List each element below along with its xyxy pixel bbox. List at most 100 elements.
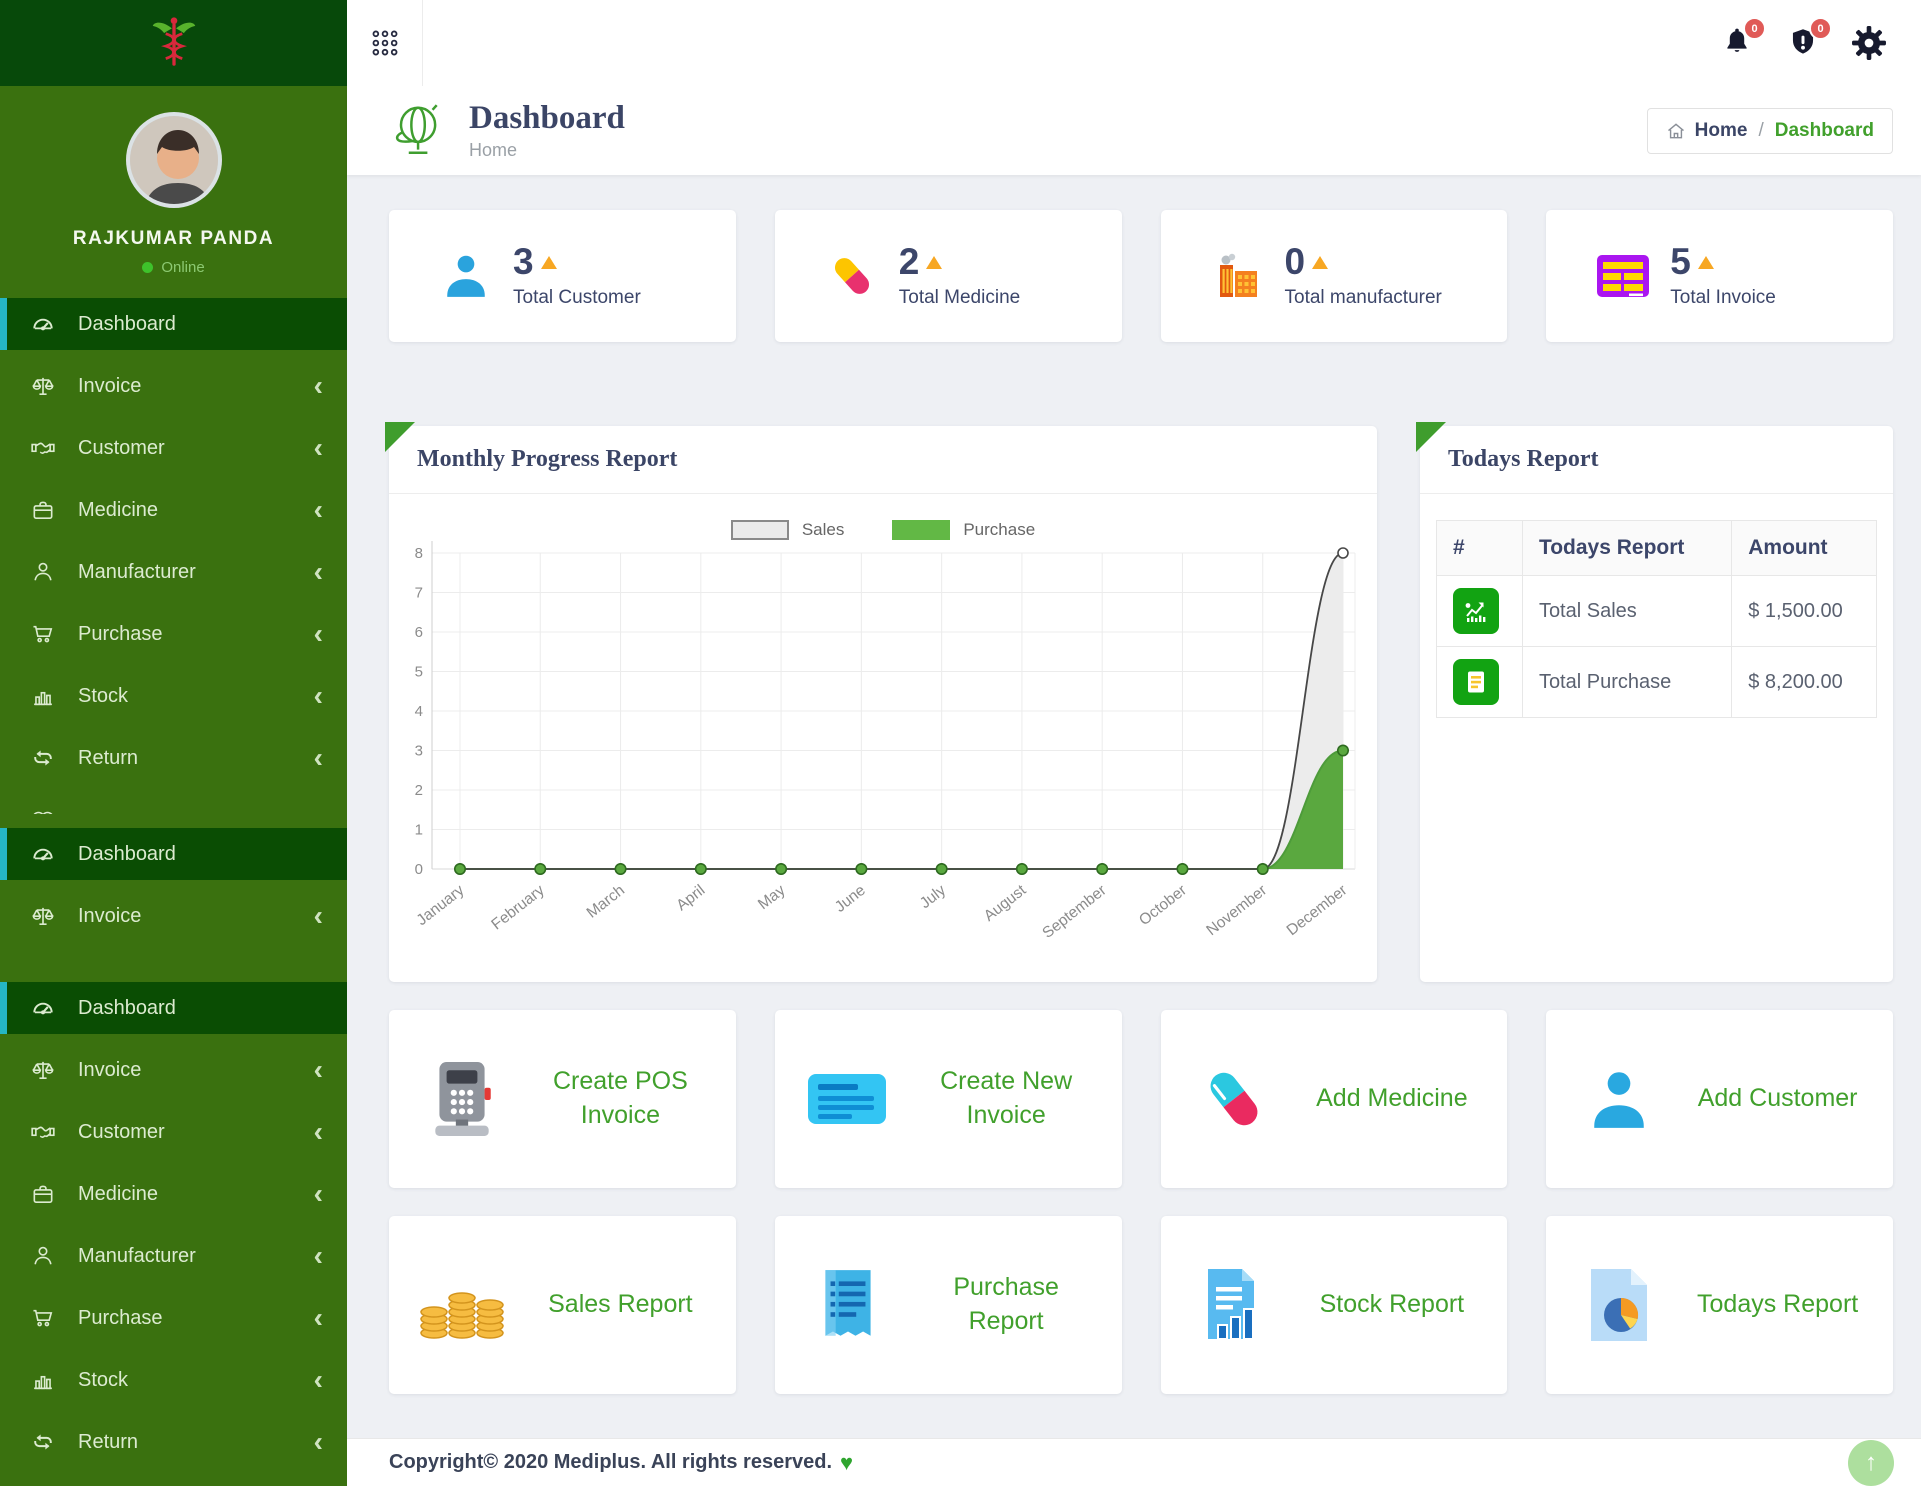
- stat-label: Total Customer: [513, 287, 641, 309]
- svg-text:2: 2: [415, 782, 423, 799]
- manufacturer-person-icon: [30, 1243, 56, 1269]
- sidebar-item-manufacturer[interactable]: Manufacturer ‹: [0, 1230, 347, 1282]
- customer-blue-icon: [441, 251, 491, 301]
- page-title: Dashboard: [469, 100, 625, 137]
- sidebar-item-stock[interactable]: Stock ‹: [0, 670, 347, 722]
- sidebar-item-label: Manufacturer: [78, 561, 196, 584]
- invoice-scales-icon: [30, 373, 56, 399]
- stat-label: Total Invoice: [1670, 287, 1776, 309]
- clipped-icon: [30, 794, 56, 814]
- svg-text:July: July: [917, 882, 949, 913]
- sidebar-item-purchase[interactable]: Purchase ‹: [0, 608, 347, 660]
- purchase-report-card[interactable]: Purchase Report: [775, 1216, 1122, 1394]
- chevron-left-icon: ‹: [314, 748, 323, 768]
- sidebar-item-purchase[interactable]: Purchase ‹: [0, 1292, 347, 1344]
- sidebar-item-return[interactable]: Return ‹: [0, 732, 347, 784]
- sidebar-item-manufacturer[interactable]: Manufacturer ‹: [0, 546, 347, 598]
- chevron-left-icon: ‹: [314, 1122, 323, 1142]
- chevron-left-icon: ‹: [314, 686, 323, 706]
- return-arrows-icon: [30, 745, 56, 771]
- svg-text:March: March: [584, 882, 628, 922]
- monthly-progress-title: Monthly Progress Report: [389, 426, 1377, 494]
- scroll-to-top-button[interactable]: ↑: [1848, 1440, 1894, 1486]
- monthly-progress-chart-body: Sales Purchase 012345678JanuaryFebruaryM…: [389, 494, 1377, 981]
- invoice-scales-icon: [30, 1057, 56, 1083]
- chevron-left-icon: ‹: [314, 1184, 323, 1204]
- sidebar-item-invoice[interactable]: Invoice ‹: [0, 1044, 347, 1096]
- sidebar-item-label: Manufacturer: [78, 1245, 196, 1268]
- stat-card-total-medicine: 2 Total Medicine: [775, 210, 1122, 342]
- sidebar-item-stock[interactable]: Stock ‹: [0, 1354, 347, 1406]
- stat-card-total-invoice: 5 Total Invoice: [1546, 210, 1893, 342]
- corner-ribbon-icon: [1416, 422, 1446, 452]
- home-icon: [1666, 121, 1686, 141]
- chevron-left-icon: ‹: [314, 1308, 323, 1328]
- report-row-name: Total Sales: [1522, 576, 1731, 647]
- svg-text:1: 1: [415, 822, 423, 839]
- sidebar-item-label: Dashboard: [78, 997, 176, 1020]
- chevron-left-icon: ‹: [314, 376, 323, 396]
- stock-report-card[interactable]: Stock Report: [1161, 1216, 1508, 1394]
- stock-bars-icon: [30, 1367, 56, 1393]
- sidebar-item-label: Invoice: [78, 1059, 141, 1082]
- svg-text:6: 6: [415, 624, 423, 641]
- create-pos-invoice-card[interactable]: Create POS Invoice: [389, 1010, 736, 1188]
- action-label: Add Customer: [1692, 1082, 1893, 1116]
- sidebar-item-label: Stock: [78, 1369, 128, 1392]
- breadcrumb-home-link[interactable]: Home: [1666, 120, 1748, 142]
- todays-report-table: # Todays Report Amount Total Sales: [1436, 520, 1877, 718]
- sidebar-item-dashboard[interactable]: Dashboard: [0, 298, 347, 350]
- stat-value: 3: [513, 243, 534, 280]
- sidebar-item-invoice[interactable]: Invoice ‹: [0, 890, 347, 942]
- chevron-left-icon: ‹: [314, 500, 323, 520]
- quick-actions-row-2: Sales Report Purchase Report: [389, 1216, 1893, 1394]
- stat-card-total-customer: 3 Total Customer: [389, 210, 736, 342]
- sidebar-item-invoice[interactable]: Invoice ‹: [0, 360, 347, 412]
- sidebar-item-medicine[interactable]: Medicine ‹: [0, 1168, 347, 1220]
- sidebar-item-customer[interactable]: Customer ‹: [0, 1106, 347, 1158]
- notifications-button[interactable]: 0: [1717, 23, 1757, 63]
- customer-handshake-icon: [30, 435, 56, 461]
- dashboard-icon: [30, 841, 56, 867]
- stat-value: 2: [899, 243, 920, 280]
- chevron-left-icon: ‹: [314, 438, 323, 458]
- purchase-receipt-icon: [1453, 659, 1499, 705]
- page-header: Dashboard Home Home / Dashboard: [347, 86, 1921, 175]
- settings-button[interactable]: [1849, 23, 1889, 63]
- report-row-amount: $ 8,200.00: [1732, 647, 1877, 718]
- sales-report-card[interactable]: Sales Report: [389, 1216, 736, 1394]
- sidebar-item-medicine[interactable]: Medicine ‹: [0, 484, 347, 536]
- chevron-left-icon: ‹: [314, 1060, 323, 1080]
- sidebar-item-dashboard[interactable]: Dashboard: [0, 828, 347, 880]
- column-header: #: [1437, 521, 1523, 576]
- dashboard-icon: [30, 311, 56, 337]
- chevron-left-icon: ‹: [314, 1370, 323, 1390]
- breadcrumb-current[interactable]: Dashboard: [1775, 120, 1874, 142]
- user-status-label: Online: [161, 259, 204, 276]
- stats-row: 3 Total Customer 2 Total Medicine: [389, 210, 1893, 342]
- sidebar-item-label: Purchase: [78, 1307, 163, 1330]
- create-new-invoice-card[interactable]: Create New Invoice: [775, 1010, 1122, 1188]
- add-customer-card[interactable]: Add Customer: [1546, 1010, 1893, 1188]
- sidebar-item-customer[interactable]: Customer ‹: [0, 422, 347, 474]
- column-header: Todays Report: [1522, 521, 1731, 576]
- quick-actions-row-1: Create POS Invoice Create New Invoice: [389, 1010, 1893, 1188]
- gear-icon: [1851, 25, 1887, 61]
- new-invoice-icon: [806, 1068, 890, 1130]
- return-arrows-icon: [30, 1429, 56, 1455]
- alerts-button[interactable]: 0: [1783, 23, 1823, 63]
- app-grid-button[interactable]: [347, 0, 423, 86]
- svg-text:February: February: [488, 882, 548, 934]
- globe-icon: [387, 101, 445, 161]
- chevron-left-icon: ‹: [314, 562, 323, 582]
- column-header: Amount: [1732, 521, 1877, 576]
- todays-report-card[interactable]: Todays Report: [1546, 1216, 1893, 1394]
- alert-badge: 0: [1809, 17, 1832, 40]
- svg-text:5: 5: [415, 664, 423, 681]
- sidebar-item-dashboard[interactable]: Dashboard: [0, 982, 347, 1034]
- coins-icon: [415, 1269, 509, 1341]
- sidebar-item-return[interactable]: Return ‹: [0, 1416, 347, 1468]
- invoice-card-icon: [1596, 253, 1650, 299]
- trend-up-icon: [1312, 256, 1328, 269]
- add-medicine-card[interactable]: Add Medicine: [1161, 1010, 1508, 1188]
